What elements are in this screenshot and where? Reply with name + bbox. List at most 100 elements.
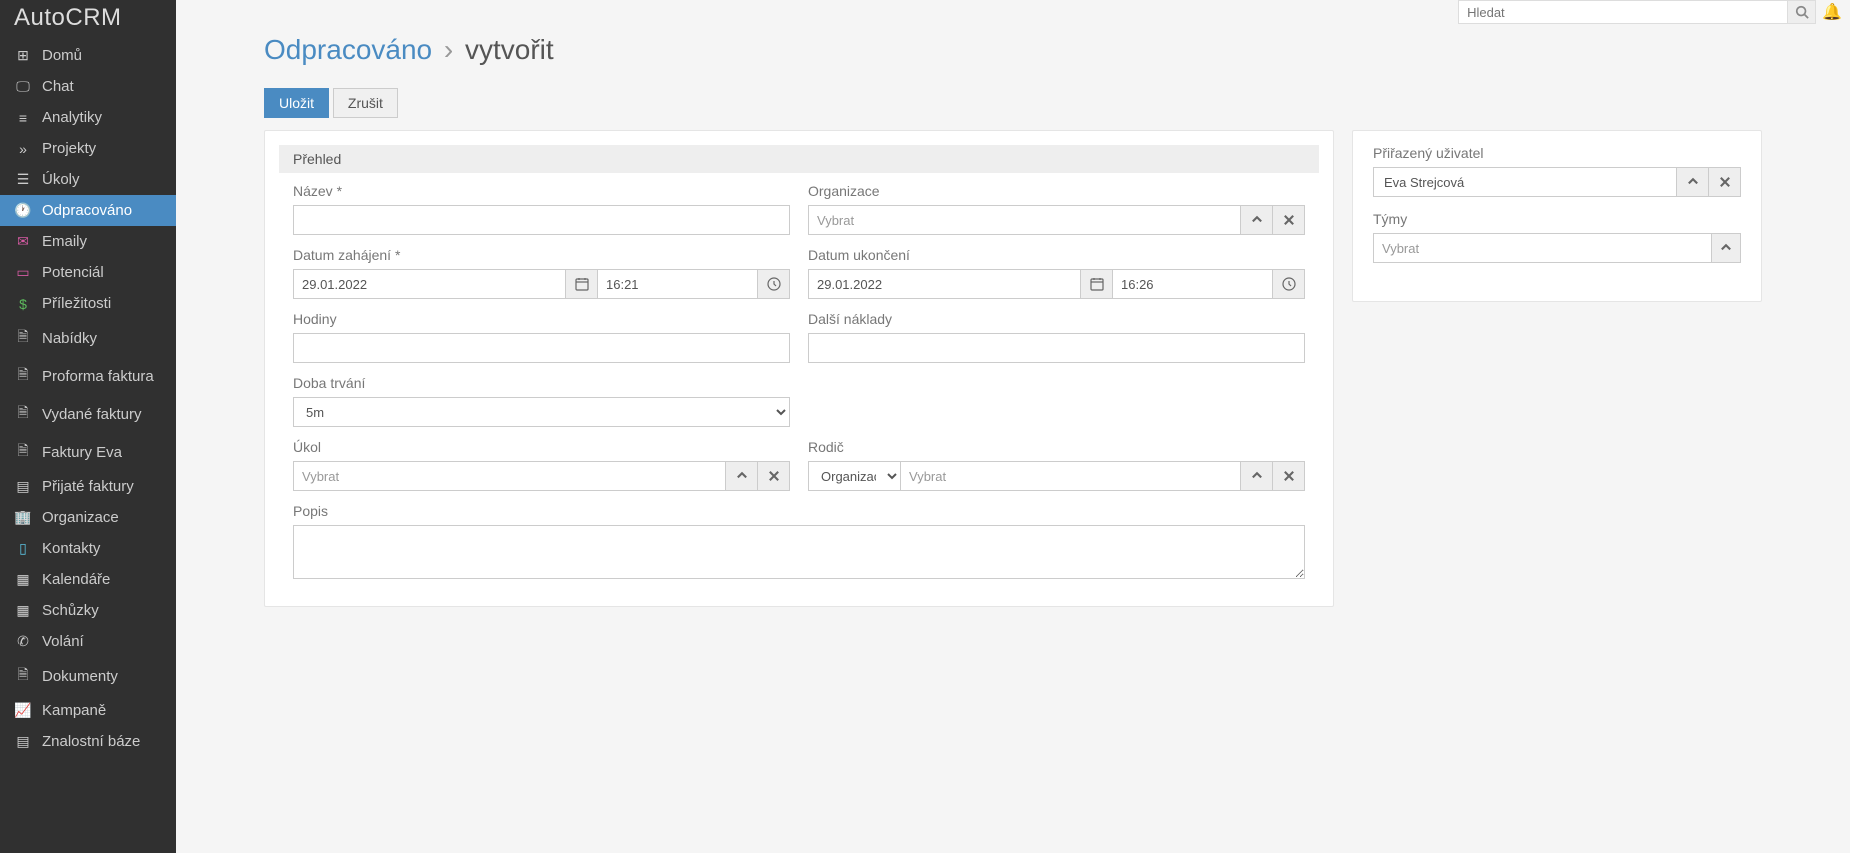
sidebar: AutoCRM ⊞Domů 🖵Chat ≡Analytiky »Projekty… bbox=[0, 0, 176, 853]
field-teams: Týmy bbox=[1373, 211, 1741, 263]
teams-input[interactable] bbox=[1373, 233, 1712, 263]
sidebar-item-analytics[interactable]: ≡Analytiky bbox=[0, 102, 176, 133]
sidebar-item-timelog[interactable]: 🕐Odpracováno bbox=[0, 195, 176, 226]
sidebar-item-opportunities[interactable]: $ Příležitosti bbox=[0, 288, 176, 319]
sidebar-item-label: Chat bbox=[42, 78, 74, 95]
time-end-picker-button[interactable] bbox=[1273, 269, 1305, 299]
organization-input[interactable] bbox=[808, 205, 1241, 235]
label-date-start: Datum zahájení * bbox=[293, 247, 790, 263]
sidebar-item-contacts[interactable]: ▯Kontakty bbox=[0, 533, 176, 564]
task-lookup-button[interactable] bbox=[726, 461, 758, 491]
breadcrumb-separator: › bbox=[444, 34, 453, 65]
field-parent: Rodič Organizace bbox=[808, 439, 1305, 491]
date-start-picker-button[interactable] bbox=[566, 269, 598, 299]
field-organization: Organizace bbox=[808, 183, 1305, 235]
sidebar-item-meetings[interactable]: ▦Schůzky bbox=[0, 595, 176, 626]
task-input[interactable] bbox=[293, 461, 726, 491]
label-duration: Doba trvání bbox=[293, 375, 790, 391]
field-description: Popis bbox=[293, 503, 1305, 582]
sidebar-item-label: Organizace bbox=[42, 509, 119, 526]
overview-panel: Přehled Název * Organizace bbox=[264, 130, 1334, 607]
task-clear-button[interactable] bbox=[758, 461, 790, 491]
field-name: Název * bbox=[293, 183, 790, 235]
field-task: Úkol bbox=[293, 439, 790, 491]
sidebar-item-projects[interactable]: »Projekty bbox=[0, 133, 176, 164]
breadcrumb-parent[interactable]: Odpracováno bbox=[264, 34, 432, 65]
phone-icon: ✆ bbox=[14, 633, 32, 650]
chevron-up-icon bbox=[1719, 241, 1733, 255]
sidebar-item-accounts[interactable]: 🏢 Organizace bbox=[0, 502, 176, 533]
sidebar-item-proforma[interactable]: 🗎Proforma faktura bbox=[0, 357, 176, 395]
search-button[interactable] bbox=[1788, 0, 1816, 24]
main-area: 🔔 Odpracováno › vytvořit Uložit Zrušit P… bbox=[176, 0, 1850, 853]
date-end-input[interactable] bbox=[808, 269, 1081, 299]
label-task: Úkol bbox=[293, 439, 790, 455]
description-textarea[interactable] bbox=[293, 525, 1305, 579]
file-icon: 🗎 bbox=[14, 664, 32, 688]
search-input[interactable] bbox=[1458, 0, 1788, 24]
parent-clear-button[interactable] bbox=[1273, 461, 1305, 491]
assigned-user-value[interactable]: Eva Strejcová bbox=[1373, 167, 1677, 197]
parent-type-select[interactable]: Organizace bbox=[808, 461, 900, 491]
time-start-input[interactable] bbox=[598, 269, 758, 299]
sidebar-item-label: Analytiky bbox=[42, 109, 102, 126]
home-icon: ⊞ bbox=[14, 47, 32, 64]
file-icon: 🗎 bbox=[14, 326, 32, 350]
sidebar-item-label: Dokumenty bbox=[42, 668, 118, 685]
chat-icon: 🖵 bbox=[14, 78, 32, 95]
assigned-user-clear-button[interactable] bbox=[1709, 167, 1741, 197]
label-hours: Hodiny bbox=[293, 311, 790, 327]
chevron-up-icon bbox=[735, 469, 749, 483]
assigned-user-lookup-button[interactable] bbox=[1677, 167, 1709, 197]
chevron-up-icon bbox=[1686, 175, 1700, 189]
sidebar-item-campaigns[interactable]: 📈Kampaně bbox=[0, 695, 176, 726]
sidebar-item-label: Kampaně bbox=[42, 702, 106, 719]
sidebar-item-documents[interactable]: 🗎 Dokumenty bbox=[0, 657, 176, 695]
x-icon bbox=[1718, 175, 1732, 189]
action-bar: Uložit Zrušit bbox=[264, 88, 1762, 118]
sidebar-item-label: Vydané faktury bbox=[42, 406, 142, 423]
sidebar-item-invoices-in[interactable]: ▤Přijaté faktury bbox=[0, 471, 176, 502]
sidebar-item-tasks[interactable]: ☰Úkoly bbox=[0, 164, 176, 195]
sidebar-item-invoices-out[interactable]: 🗎 Vydané faktury bbox=[0, 395, 176, 433]
time-end-input[interactable] bbox=[1113, 269, 1273, 299]
other-costs-input[interactable] bbox=[808, 333, 1305, 363]
sidebar-item-label: Potenciál bbox=[42, 264, 104, 281]
teams-lookup-button[interactable] bbox=[1712, 233, 1741, 263]
sidebar-item-calls[interactable]: ✆Volání bbox=[0, 626, 176, 657]
duration-select[interactable]: 5m bbox=[293, 397, 790, 427]
calendar-icon: ▦ bbox=[14, 571, 32, 588]
file-icon: 🗎 bbox=[14, 402, 32, 426]
name-input[interactable] bbox=[293, 205, 790, 235]
dollar-icon: $ bbox=[14, 296, 32, 312]
sidebar-item-home[interactable]: ⊞Domů bbox=[0, 40, 176, 71]
hours-input[interactable] bbox=[293, 333, 790, 363]
sidebar-item-label: Projekty bbox=[42, 140, 96, 157]
sidebar-item-label: Kalendáře bbox=[42, 571, 110, 588]
sidebar-item-label: Příležitosti bbox=[42, 295, 111, 312]
sidebar-item-potential[interactable]: ▭Potenciál bbox=[0, 257, 176, 288]
sidebar-item-emails[interactable]: ✉Emaily bbox=[0, 226, 176, 257]
save-button[interactable]: Uložit bbox=[264, 88, 329, 118]
sidebar-item-invoices-eva[interactable]: 🗎Faktury Eva bbox=[0, 433, 176, 471]
time-start-picker-button[interactable] bbox=[758, 269, 790, 299]
parent-input[interactable] bbox=[900, 461, 1241, 491]
date-end-picker-button[interactable] bbox=[1081, 269, 1113, 299]
date-start-input[interactable] bbox=[293, 269, 566, 299]
cancel-button[interactable]: Zrušit bbox=[333, 88, 398, 118]
clock-icon: 🕐 bbox=[14, 202, 32, 219]
wallet-icon: ▤ bbox=[14, 478, 32, 495]
label-date-end: Datum ukončení bbox=[808, 247, 1305, 263]
notifications-icon[interactable]: 🔔 bbox=[1822, 2, 1842, 22]
topbar: 🔔 bbox=[176, 0, 1850, 24]
calendar-icon bbox=[1090, 277, 1104, 291]
organization-clear-button[interactable] bbox=[1273, 205, 1305, 235]
chevron-up-icon bbox=[1250, 469, 1264, 483]
organization-lookup-button[interactable] bbox=[1241, 205, 1273, 235]
building-icon: 🏢 bbox=[14, 509, 32, 526]
sidebar-item-chat[interactable]: 🖵 Chat bbox=[0, 71, 176, 102]
parent-lookup-button[interactable] bbox=[1241, 461, 1273, 491]
sidebar-item-offers[interactable]: 🗎Nabídky bbox=[0, 319, 176, 357]
sidebar-item-kb[interactable]: ▤Znalostní báze bbox=[0, 726, 176, 757]
sidebar-item-calendars[interactable]: ▦ Kalendáře bbox=[0, 564, 176, 595]
